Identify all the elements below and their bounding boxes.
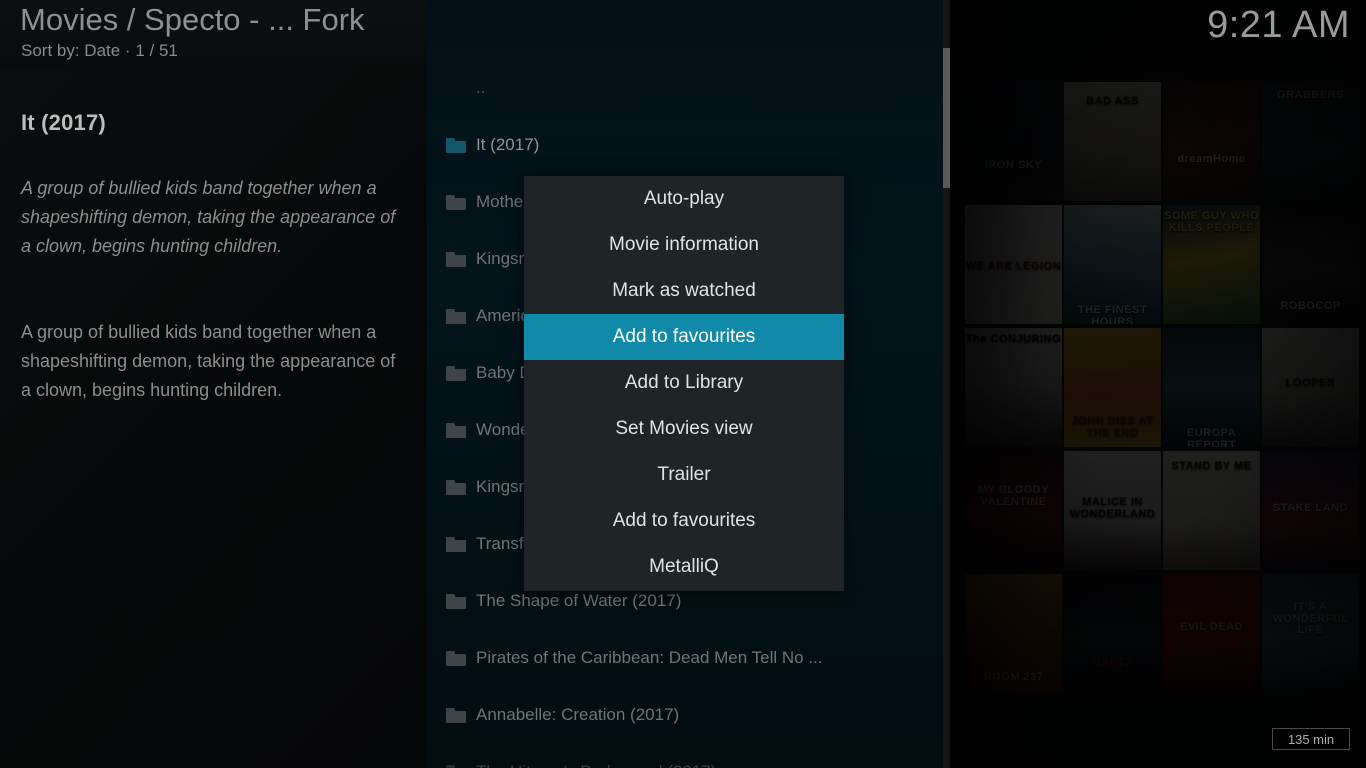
folder-icon [446,479,466,495]
poster-thumbnail: SOME GUY WHO KILLS PEOPLE [1163,205,1260,324]
poster-thumbnail: dreamHome [1163,82,1260,201]
poster-thumbnail: WE ARE LEGION [965,205,1062,324]
poster-thumbnail: IT'S A WONDERFUL LIFE [1262,574,1359,693]
poster-title: ROOM 237 [983,671,1044,683]
folder-icon [446,308,466,324]
poster-thumbnail: BAD ASS [1064,82,1161,201]
poster-thumbnail: EVIL DEAD [1163,574,1260,693]
poster-title: The CONJURING [965,333,1062,345]
context-menu-item[interactable]: Auto-play [524,176,844,222]
context-menu-item[interactable]: MetalliQ [524,544,844,590]
clock: 9:21 AM [1207,4,1350,46]
poster-title: SOME GUY WHO KILLS PEOPLE [1163,210,1260,234]
list-item[interactable]: .. [427,68,943,108]
folder-icon [446,707,466,723]
poster-title: STAND BY ME [1171,460,1252,472]
poster-thumbnail: JOHN DIES AT THE END [1064,328,1161,447]
file-list-scrollbar[interactable] [943,0,950,768]
poster-title: GRABBERS [1277,89,1344,101]
poster-title: MALICE IN WONDERLAND [1069,496,1156,520]
info-panel: Movies / Specto - ... Fork Sort by: Date… [0,0,427,768]
list-item[interactable]: Annabelle: Creation (2017) [427,695,943,735]
folder-icon [446,251,466,267]
poster-thumbnail: MY BLOODY VALENTINE [965,451,1062,570]
list-item[interactable]: It (2017) [427,125,943,165]
list-item-label: Annabelle: Creation (2017) [476,705,680,724]
folder-icon [446,365,466,381]
context-menu[interactable]: Auto-play Movie information Mark as watche… [524,176,844,591]
poster-title: ROBOCOP [1280,300,1341,312]
poster-thumbnail: GRABBERS [1262,82,1359,201]
kodi-screen: IRON SKY BAD ASS dreamHome GRABBERS WE ARE L… [0,0,1366,768]
poster-title: GANTZ [1092,657,1133,669]
list-item-label: .. [476,78,486,97]
poster-title: THE FINEST HOURS [1077,304,1148,324]
poster-thumbnail: EUROPA REPORT [1163,328,1260,447]
folder-icon [446,650,466,666]
poster-title: BAD ASS [1086,95,1139,107]
context-menu-item[interactable]: Add to favourites [524,498,844,544]
list-item-label: Pirates of the Caribbean: Dead Men Tell … [476,648,823,667]
poster-title: EVIL DEAD [1180,621,1243,633]
poster-thumbnail: THE FINEST HOURS [1064,205,1161,324]
poster-title: JOHN DIES AT THE END [1071,415,1154,439]
list-item-label: It (2017) [476,135,540,154]
folder-icon [446,137,466,153]
list-item-label: The Shape of Water (2017) [476,591,682,610]
poster-thumbnail: LOOPER [1262,328,1359,447]
context-menu-item[interactable]: Set Movies view [524,406,844,452]
poster-title: dreamHome [1177,153,1246,165]
list-item[interactable]: Pirates of the Caribbean: Dead Men Tell … [427,638,943,678]
context-menu-item[interactable]: Add to favourites [524,314,844,360]
folder-icon [446,764,466,768]
poster-title: LOOPER [1285,377,1336,389]
page-title: It (2017) [21,110,106,135]
poster-wall-background: IRON SKY BAD ASS dreamHome GRABBERS WE ARE L… [957,0,1366,768]
duration-badge: 135 min [1272,728,1350,750]
poster-thumbnail: MALICE IN WONDERLAND [1064,451,1161,570]
context-menu-item[interactable]: Trailer [524,452,844,498]
folder-icon [446,194,466,210]
plot-outline-text: A group of bullied kids band together wh… [21,178,396,256]
poster-title: IRON SKY [984,159,1043,171]
scrollbar-thumb[interactable] [943,48,950,188]
poster-thumbnail: STAKE LAND [1262,451,1359,570]
poster-title: MY BLOODY VALENTINE [978,484,1049,508]
list-item-label: The Hitman's Bodyguard (2017) [476,762,716,768]
poster-title: WE ARE LEGION [965,260,1062,272]
breadcrumb[interactable]: Movies / Specto - ... Fork [20,2,365,38]
list-item[interactable]: The Hitman's Bodyguard (2017) [427,752,943,768]
folder-icon [446,593,466,609]
poster-thumbnail: STAND BY ME [1163,451,1260,570]
context-menu-item[interactable]: Add to Library [524,360,844,406]
poster-thumbnail: IRON SKY [965,82,1062,201]
poster-thumbnail: GANTZ [1064,574,1161,693]
folder-icon [446,536,466,552]
context-menu-item[interactable]: Mark as watched [524,268,844,314]
folder-icon [446,422,466,438]
poster-title: IT'S A WONDERFUL LIFE [1272,601,1349,637]
context-menu-item[interactable]: Movie information [524,222,844,268]
poster-thumbnail: ROBOCOP [1262,205,1359,324]
poster-title: EUROPA REPORT [1186,427,1237,447]
plot-text: A group of bullied kids band together wh… [21,322,396,400]
poster-title: STAKE LAND [1272,502,1349,514]
poster-thumbnail: ROOM 237 [965,574,1062,693]
poster-thumbnail: The CONJURING [965,328,1062,447]
poster-grid: IRON SKY BAD ASS dreamHome GRABBERS WE ARE L… [965,82,1366,695]
sort-and-count-label[interactable]: Sort by: Date · 1 / 51 [21,41,178,61]
